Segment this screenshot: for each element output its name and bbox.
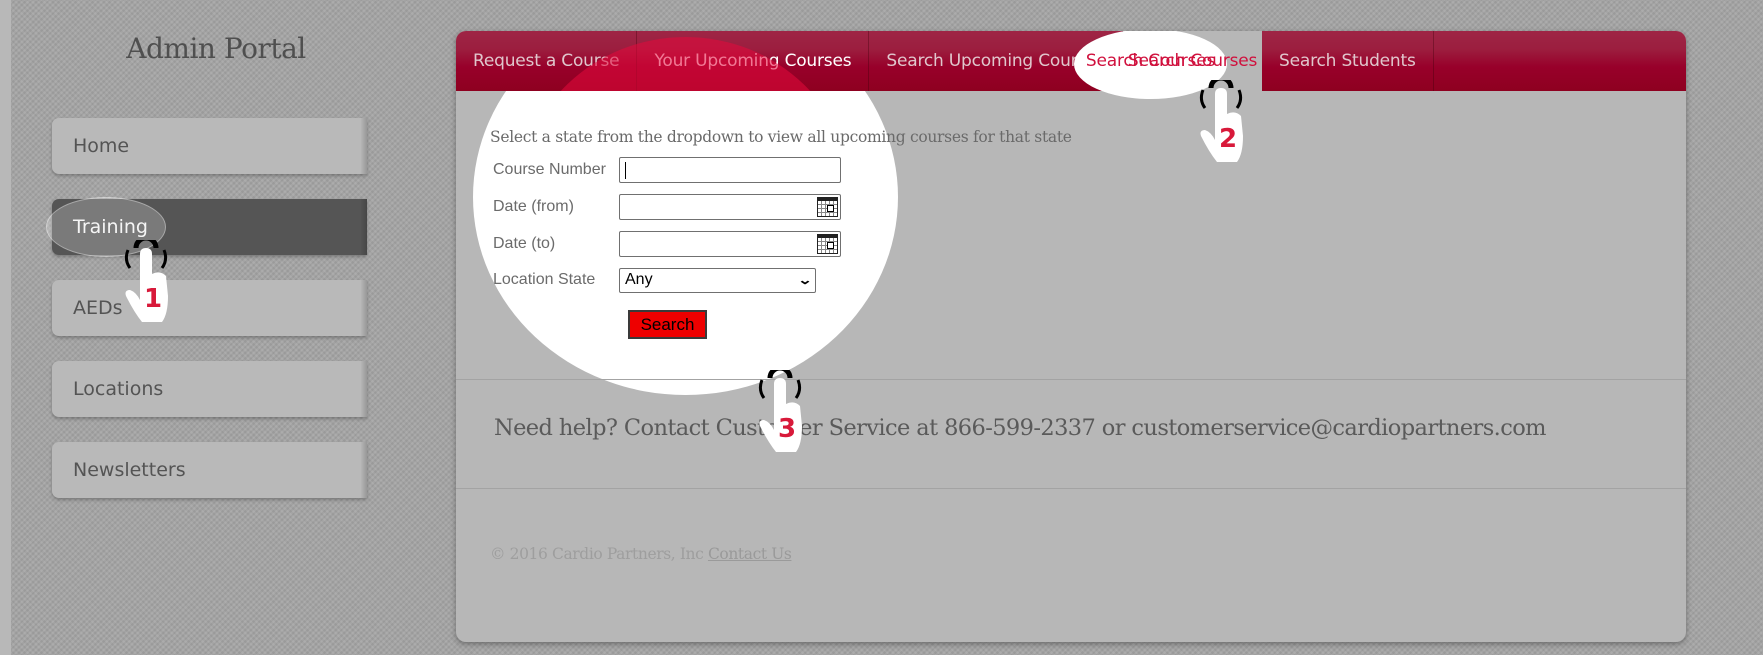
tab-label: Your Upcoming Courses xyxy=(654,51,852,71)
footer: © 2016 Cardio Partners, Inc Contact Us xyxy=(490,545,792,563)
help-text: Need help? Contact Customer Service at 8… xyxy=(494,415,1546,441)
tab-search-students[interactable]: Search Students xyxy=(1262,31,1434,91)
location-state-select[interactable]: Any ⌄ xyxy=(619,267,816,293)
copyright-text: © 2016 Cardio Partners, Inc xyxy=(490,545,704,563)
instruction-text: Select a state from the dropdown to view… xyxy=(490,128,1072,146)
date-from-input[interactable] xyxy=(619,194,841,220)
divider xyxy=(456,379,1686,380)
tab-label: Search Upcoming Courses xyxy=(886,51,1106,71)
sidebar-item-label: Home xyxy=(73,135,130,157)
sidebar-item-newsletters[interactable]: Newsletters xyxy=(52,442,367,498)
selected-value: Any xyxy=(625,271,653,288)
tab-label: Search Students xyxy=(1279,51,1416,71)
sidebar-item-label: Locations xyxy=(73,378,164,400)
chevron-down-icon: ⌄ xyxy=(797,273,813,287)
course-number-input[interactable] xyxy=(619,157,841,183)
main-panel: Request a Course Your Upcoming Courses S… xyxy=(456,31,1686,642)
calendar-icon[interactable] xyxy=(817,234,838,254)
date-to-input[interactable] xyxy=(619,231,841,257)
sidebar-item-label: Newsletters xyxy=(73,459,186,481)
tab-request-a-course[interactable]: Request a Course xyxy=(456,31,638,91)
sidebar-item-aeds[interactable]: AEDs xyxy=(52,280,367,336)
tab-label: Search Courses xyxy=(1127,51,1258,71)
date-to-row: Date (to) xyxy=(493,231,841,257)
sidebar-item-training[interactable]: Training xyxy=(52,199,367,255)
tab-your-upcoming-courses[interactable]: Your Upcoming Courses xyxy=(637,31,870,91)
divider xyxy=(456,488,1686,489)
contact-us-link[interactable]: Contact Us xyxy=(708,545,792,563)
tab-search-upcoming-courses[interactable]: Search Upcoming Courses xyxy=(869,31,1124,91)
tab-bar: Request a Course Your Upcoming Courses S… xyxy=(456,31,1686,91)
tab-label: Request a Course xyxy=(473,51,620,71)
sidebar-nav: Home Training AEDs Locations Newsletters xyxy=(52,118,367,523)
sidebar-item-home[interactable]: Home xyxy=(52,118,367,174)
location-state-label: Location State xyxy=(493,271,596,288)
text-caret xyxy=(625,162,626,179)
course-number-label: Course Number xyxy=(493,161,606,178)
date-from-label: Date (from) xyxy=(493,198,574,215)
search-button[interactable]: Search xyxy=(628,310,707,339)
date-to-label: Date (to) xyxy=(493,235,556,252)
calendar-icon[interactable] xyxy=(817,197,838,217)
course-number-row: Course Number xyxy=(493,157,841,183)
sidebar-item-locations[interactable]: Locations xyxy=(52,361,367,417)
location-state-row: Location State Any ⌄ xyxy=(493,267,816,293)
sidebar-item-label: AEDs xyxy=(73,297,123,319)
date-from-row: Date (from) xyxy=(493,194,841,220)
page-edge xyxy=(0,0,11,655)
portal-title: Admin Portal xyxy=(126,32,306,65)
sidebar-item-label: Training xyxy=(73,216,148,238)
tab-search-courses[interactable]: Search Courses xyxy=(1123,31,1263,91)
